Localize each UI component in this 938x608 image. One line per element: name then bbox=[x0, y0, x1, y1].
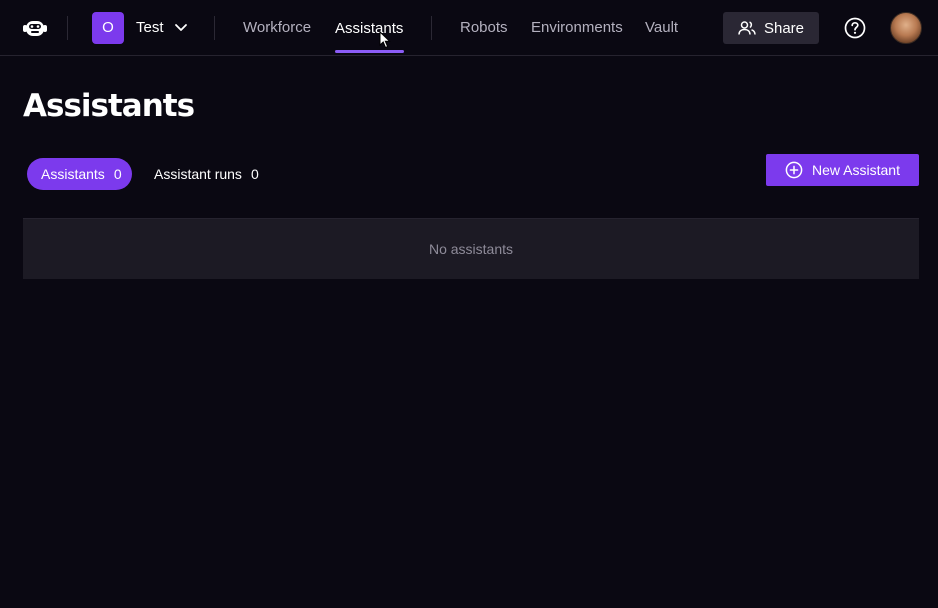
nav-link-assistants[interactable]: Assistants bbox=[335, 20, 403, 37]
new-assistant-button[interactable]: New Assistant bbox=[766, 154, 919, 186]
tab-assistants[interactable]: Assistants 0 bbox=[27, 158, 132, 190]
share-button[interactable]: Share bbox=[723, 12, 819, 44]
nav-divider bbox=[67, 16, 68, 40]
page-title: Assistants bbox=[23, 88, 195, 124]
nav-link-environments[interactable]: Environments bbox=[531, 19, 623, 36]
mouse-pointer-icon bbox=[379, 31, 391, 49]
nav-link-workforce[interactable]: Workforce bbox=[243, 19, 311, 36]
org-avatar-badge[interactable]: O bbox=[92, 12, 124, 44]
share-label: Share bbox=[763, 19, 805, 37]
robot-logo-icon[interactable] bbox=[22, 15, 48, 41]
user-avatar[interactable] bbox=[890, 12, 922, 44]
plus-circle-icon bbox=[785, 161, 803, 179]
top-navigation-bar: O Test Workforce Assistants Robots Envir… bbox=[0, 0, 938, 56]
chevron-down-icon[interactable] bbox=[174, 20, 188, 34]
tab-count: 0 bbox=[250, 166, 259, 182]
new-assistant-label: New Assistant bbox=[812, 162, 900, 178]
tab-label: Assistants bbox=[41, 166, 105, 182]
users-icon bbox=[738, 21, 756, 35]
empty-state-text: No assistants bbox=[428, 241, 514, 257]
tab-label: Assistant runs bbox=[154, 166, 242, 182]
org-name[interactable]: Test bbox=[136, 19, 164, 36]
nav-divider bbox=[431, 16, 432, 40]
nav-link-vault[interactable]: Vault bbox=[645, 19, 678, 36]
tab-count: 0 bbox=[113, 166, 122, 182]
nav-link-robots[interactable]: Robots bbox=[460, 19, 508, 36]
active-nav-indicator bbox=[335, 50, 404, 53]
nav-divider bbox=[214, 16, 215, 40]
help-question-icon[interactable] bbox=[844, 17, 866, 39]
assistants-list-panel: No assistants bbox=[23, 218, 919, 279]
tab-assistant-runs[interactable]: Assistant runs 0 bbox=[154, 158, 259, 190]
